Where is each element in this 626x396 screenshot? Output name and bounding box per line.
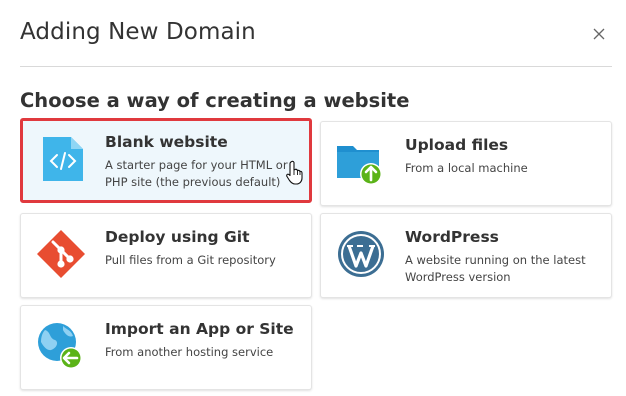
option-description: From a local machine — [405, 161, 528, 175]
hand-cursor-icon — [286, 160, 303, 185]
globe-import-icon — [38, 323, 82, 369]
folder-upload-icon — [337, 146, 382, 185]
code-file-icon — [43, 137, 83, 181]
git-icon — [37, 230, 85, 278]
option-title: Import an App or Site — [105, 320, 294, 338]
dialog-title: Adding New Domain — [20, 19, 256, 45]
option-wordpress[interactable]: WordPress A website running on the lates… — [320, 213, 612, 298]
section-title: Choose a way of creating a website — [20, 89, 410, 112]
option-import-app[interactable]: Import an App or Site From another hosti… — [20, 305, 312, 390]
option-title: Blank website — [105, 133, 228, 151]
option-upload-files[interactable]: Upload files From a local machine — [320, 121, 612, 206]
option-deploy-git[interactable]: Deploy using Git Pull files from a Git r… — [20, 213, 312, 298]
option-title: Deploy using Git — [105, 228, 250, 246]
option-description: Pull files from a Git repository — [105, 253, 276, 267]
close-icon[interactable] — [593, 28, 605, 40]
option-description: From another hosting service — [105, 345, 274, 359]
option-title: Upload files — [405, 136, 509, 154]
option-description: A starter page for your HTML or PHP site… — [105, 158, 288, 189]
option-description: A website running on the latest WordPres… — [405, 253, 586, 284]
wordpress-icon — [338, 231, 384, 277]
header-divider — [20, 66, 612, 67]
option-blank-website[interactable]: Blank website A starter page for your HT… — [20, 118, 312, 203]
option-title: WordPress — [405, 228, 499, 246]
close-button[interactable] — [588, 23, 610, 45]
